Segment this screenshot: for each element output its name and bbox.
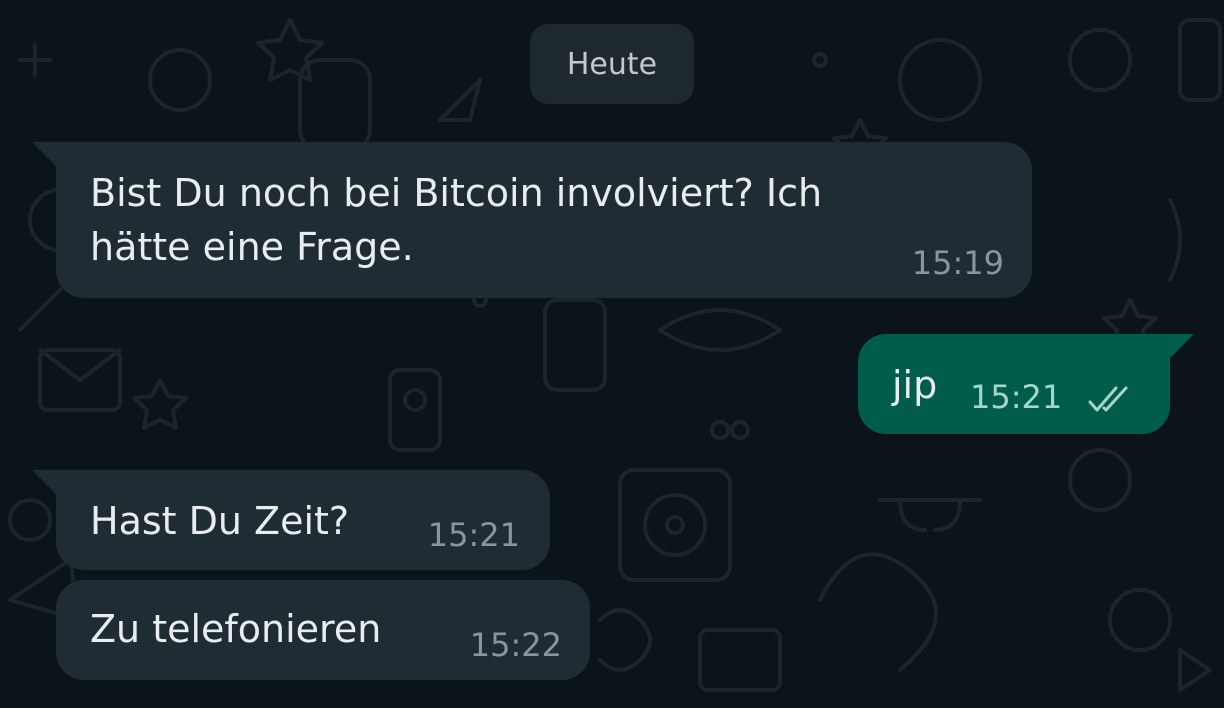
- message-timestamp: 15:22: [469, 626, 562, 664]
- date-separator: Heute: [530, 24, 694, 104]
- message-timestamp: 15:19: [911, 244, 1004, 282]
- message-text-line-1: Bist Du noch bei Bitcoin involviert? Ich: [90, 171, 823, 215]
- message-timestamp: 15:21: [970, 378, 1063, 416]
- message-bubble-incoming[interactable]: Hast Du Zeit? 15:21: [32, 470, 550, 570]
- message-bubble-incoming[interactable]: Zu telefonieren 15:22: [56, 580, 590, 680]
- chat-view[interactable]: Heute Bist Du noch bei Bitcoin involvier…: [0, 0, 1224, 708]
- message-bubble-outgoing[interactable]: jip 15:21: [858, 334, 1194, 434]
- date-separator-label: Heute: [566, 46, 658, 82]
- message-text: jip: [892, 363, 938, 407]
- message-timestamp: 15:21: [427, 516, 520, 554]
- message-text: Hast Du Zeit?: [90, 499, 350, 543]
- message-bubble-incoming[interactable]: Bist Du noch bei Bitcoin involviert? Ich…: [32, 142, 1032, 298]
- bubble-tail: [32, 470, 58, 496]
- bubble-tail: [1168, 334, 1194, 360]
- double-check-icon: [1088, 386, 1128, 412]
- message-text: Zu telefonieren: [90, 607, 382, 651]
- message-text-line-2: hätte eine Frage.: [90, 225, 414, 269]
- bubble-tail: [32, 142, 58, 168]
